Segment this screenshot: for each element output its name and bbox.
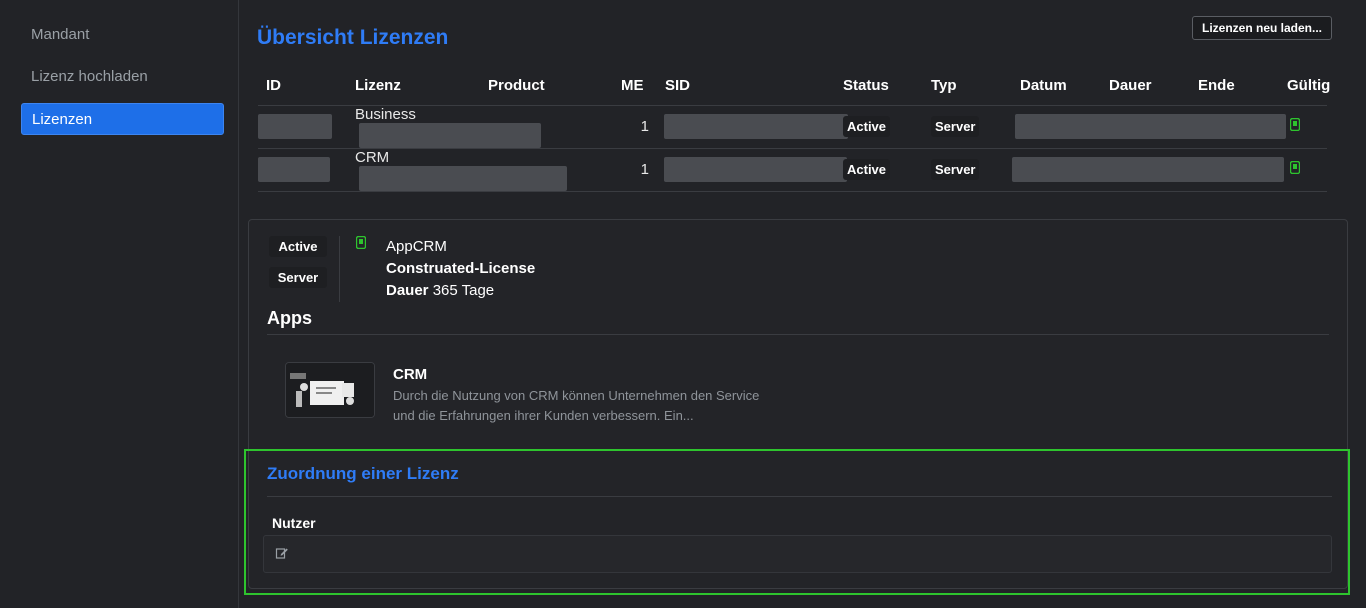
detail-license-name: Construated-License: [386, 260, 536, 277]
sidebar: Mandant Lizenz hochladen Lizenzen: [0, 0, 239, 608]
detail-badges: Active Server: [269, 236, 340, 302]
shield-check-icon: [1289, 160, 1301, 175]
redacted-dates: [1012, 157, 1284, 182]
table-row[interactable]: CRM 1 Active Server: [258, 148, 1327, 192]
assignment-divider: [267, 496, 1332, 497]
license-name: Business: [355, 105, 416, 123]
nutzer-field[interactable]: [263, 535, 1332, 573]
app-card-description: Durch die Nutzung von CRM können Unterne…: [393, 388, 760, 423]
col-header-me[interactable]: ME: [613, 66, 657, 106]
redacted-dates: [1015, 114, 1286, 139]
status-badge: Active: [843, 116, 891, 137]
col-header-datum[interactable]: Datum: [1012, 66, 1101, 106]
col-header-id[interactable]: ID: [258, 66, 347, 106]
col-header-lizenz[interactable]: Lizenz: [347, 66, 480, 106]
license-assignment-section: Zuordnung einer Lizenz Nutzer: [244, 449, 1350, 595]
redacted-id: [258, 114, 332, 139]
col-header-status[interactable]: Status: [835, 66, 923, 106]
detail-duration-label: Dauer: [386, 282, 429, 299]
type-badge: Server: [931, 159, 980, 180]
app-card-title[interactable]: CRM: [393, 366, 427, 383]
redacted-id: [258, 157, 330, 182]
sidebar-item-lizenzen[interactable]: Lizenzen: [21, 103, 224, 135]
reload-licenses-button[interactable]: Lizenzen neu laden...: [1192, 16, 1333, 40]
redacted-product: [359, 122, 541, 148]
sidebar-item-lizenz-hochladen[interactable]: Lizenz hochladen: [21, 61, 224, 93]
apps-heading: Apps: [267, 308, 312, 328]
detail-type-badge: Server: [269, 267, 327, 288]
license-table: ID Lizenz Product ME SID Status Typ Datu…: [258, 66, 1330, 192]
detail-valid-icon: [355, 235, 367, 253]
redacted-sid: [664, 114, 848, 139]
apps-divider: [267, 334, 1329, 335]
redacted-sid: [664, 157, 847, 182]
app-thumbnail[interactable]: [285, 362, 375, 418]
sidebar-item-mandant[interactable]: Mandant: [21, 19, 224, 51]
table-header-row: ID Lizenz Product ME SID Status Typ Datu…: [258, 66, 1330, 106]
license-me: 1: [613, 148, 657, 192]
table-row[interactable]: Business 1 Active Server: [258, 105, 1327, 149]
detail-app-name: AppCRM: [386, 238, 447, 255]
col-header-typ[interactable]: Typ: [923, 66, 1012, 106]
detail-status-badge: Active: [269, 236, 327, 257]
col-header-sid[interactable]: SID: [657, 66, 835, 106]
assignment-title: Zuordnung einer Lizenz: [267, 464, 459, 483]
type-badge: Server: [931, 116, 980, 137]
status-badge: Active: [843, 159, 891, 180]
detail-info: AppCRM Construated-License Dauer 365 Tag…: [386, 236, 535, 302]
edit-icon[interactable]: [275, 546, 289, 560]
shield-check-icon: [1289, 117, 1301, 132]
license-me: 1: [613, 105, 657, 149]
col-header-dauer[interactable]: Dauer: [1101, 66, 1190, 106]
redacted-product: [359, 165, 567, 191]
col-header-gueltig[interactable]: Gültig: [1279, 66, 1330, 106]
col-header-product[interactable]: Product: [480, 66, 613, 106]
detail-duration-value: 365 Tage: [432, 282, 495, 299]
detail-duration: Dauer 365 Tage: [386, 280, 535, 302]
col-header-ende[interactable]: Ende: [1190, 66, 1279, 106]
license-name: CRM: [355, 148, 390, 166]
page-title: Übersicht Lizenzen: [257, 26, 449, 49]
nutzer-label: Nutzer: [272, 515, 316, 531]
